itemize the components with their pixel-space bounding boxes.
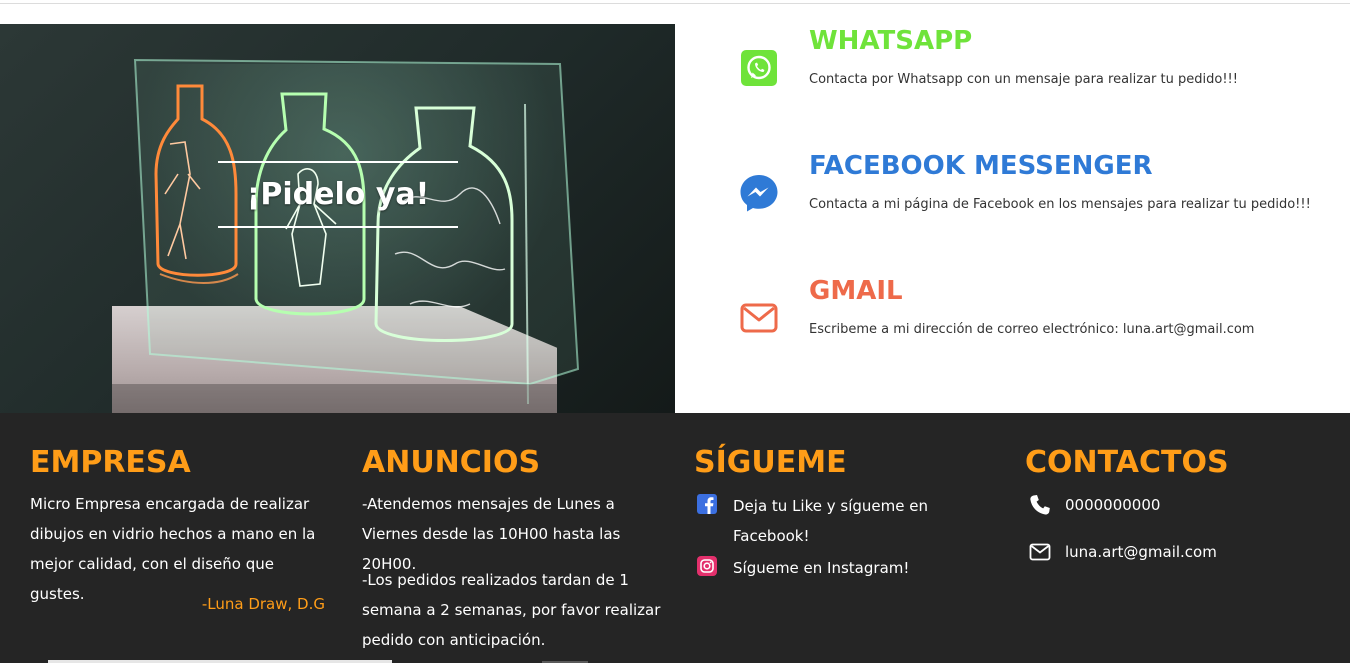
email-contact[interactable]: luna.art@gmail.com <box>1025 537 1325 567</box>
whatsapp-description: Contacta por Whatsapp con un mensaje par… <box>809 72 1238 87</box>
envelope-outline-icon <box>1029 543 1051 561</box>
phone-icon <box>1030 495 1050 515</box>
envelope-icon <box>740 303 778 333</box>
anuncios-text-delivery: -Los pedidos realizados tardan de 1 sema… <box>362 571 661 649</box>
hero-image: ¡Pidelo ya! <box>0 24 675 413</box>
messenger-description: Contacta a mi página de Facebook en los … <box>809 197 1311 212</box>
whatsapp-contact[interactable]: WHATSAPP Contacta por Whatsapp con un me… <box>735 26 1335 116</box>
email-address[interactable]: luna.art@gmail.com <box>1065 537 1217 567</box>
empresa-signature: -Luna Draw, D.G <box>201 595 325 613</box>
hero-title: ¡Pidelo ya! <box>246 177 430 212</box>
hero-title-block: ¡Pidelo ya! <box>218 161 458 228</box>
plinth-shadow <box>112 384 557 413</box>
hero-title-rule-bottom <box>218 226 458 228</box>
instagram-icon <box>697 556 717 576</box>
facebook-icon <box>697 494 717 514</box>
instagram-link-text[interactable]: Sígueme en Instagram! <box>733 553 953 583</box>
phone-number[interactable]: 0000000000 <box>1065 490 1160 520</box>
messenger-icon <box>740 175 778 212</box>
hero-title-rule-top <box>218 161 458 163</box>
messenger-title: FACEBOOK MESSENGER <box>809 151 1153 181</box>
sigueme-heading: SÍGUEME <box>694 445 847 480</box>
gmail-contact[interactable]: GMAIL Escribeme a mi dirección de correo… <box>735 276 1335 366</box>
contactos-heading: CONTACTOS <box>1025 445 1229 480</box>
top-divider <box>0 3 1350 4</box>
site-footer: EMPRESA Micro Empresa encargada de reali… <box>0 413 1350 663</box>
gmail-description: Escribeme a mi dirección de correo elect… <box>809 322 1255 337</box>
whatsapp-title: WHATSAPP <box>809 26 973 56</box>
facebook-link-text[interactable]: Deja tu Like y sígueme en Facebook! <box>733 491 953 551</box>
phone-contact[interactable]: 0000000000 <box>1025 490 1325 520</box>
anuncios-heading: ANUNCIOS <box>362 445 541 480</box>
messenger-contact[interactable]: FACEBOOK MESSENGER Contacta a mi página … <box>735 151 1335 241</box>
whatsapp-icon <box>741 50 777 86</box>
empresa-text: Micro Empresa encargada de realizar dibu… <box>30 495 316 603</box>
empresa-heading: EMPRESA <box>30 445 191 480</box>
gmail-title: GMAIL <box>809 276 903 306</box>
